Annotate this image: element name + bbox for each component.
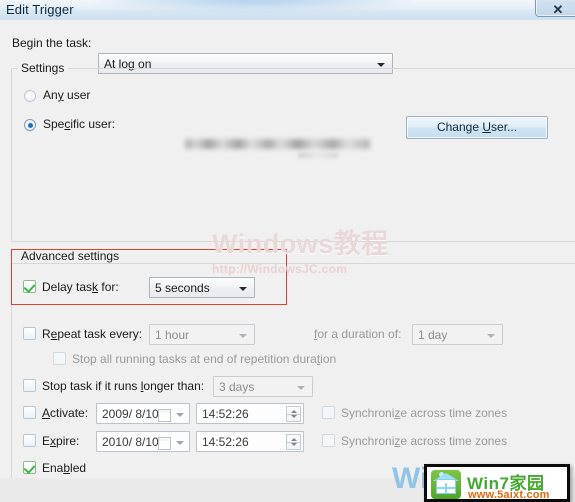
duration-dropdown[interactable]: 1 day	[412, 324, 503, 345]
repeat-task-label: Repeat task every:	[42, 327, 143, 341]
house-icon	[431, 470, 461, 499]
activate-sync-timezones-label: Synchronize across time zones	[341, 406, 508, 420]
chevron-down-icon	[297, 386, 305, 390]
checkbox-activate-sync-timezones[interactable]	[322, 406, 335, 419]
expire-label: Expire:	[42, 434, 80, 448]
checkbox-enabled[interactable]	[23, 461, 36, 474]
radio-specific-user[interactable]	[24, 119, 36, 131]
calendar-icon	[158, 409, 171, 422]
activate-time-spinner[interactable]	[286, 406, 301, 422]
dialog-body: Begin the task: At log on Settings Any u…	[0, 20, 575, 502]
expire-time-spinner[interactable]	[286, 434, 301, 450]
delay-task-label: Delay task for:	[42, 280, 119, 294]
checkbox-stop-all-running-tasks[interactable]	[53, 352, 66, 365]
activate-date-value: 2009/ 8/10	[102, 407, 159, 421]
delay-task-value: 5 seconds	[155, 281, 210, 295]
expire-date-value: 2010/ 8/10	[102, 435, 159, 449]
change-user-button-label: Change User...	[436, 120, 518, 134]
chevron-down-icon	[176, 441, 184, 445]
window-title: Edit Trigger	[6, 2, 74, 17]
checkbox-expire-sync-timezones[interactable]	[322, 434, 335, 447]
activate-time-value: 14:52:26	[202, 407, 249, 421]
duration-value: 1 day	[418, 328, 448, 342]
checkbox-expire[interactable]	[23, 434, 36, 447]
expire-date-field[interactable]: 2010/ 8/10	[96, 431, 190, 452]
calendar-icon	[158, 437, 171, 450]
site-logo-badge: Win7家园 www.5aixt.com	[424, 464, 570, 502]
delay-task-dropdown[interactable]: 5 seconds	[149, 277, 255, 298]
logo-site-url: www.5aixt.com	[468, 489, 550, 501]
repeat-task-dropdown[interactable]: 1 hour	[149, 324, 255, 345]
stop-task-longer-than-label: Stop task if it runs longer than:	[42, 379, 205, 393]
stop-task-longer-than-value: 3 days	[219, 380, 255, 394]
checkbox-activate[interactable]	[23, 406, 36, 419]
title-bar: Edit Trigger ✕	[0, 0, 575, 21]
stop-all-running-tasks-label: Stop all running tasks at end of repetit…	[72, 352, 337, 366]
chevron-down-icon	[377, 63, 385, 67]
advanced-settings-group-title: Advanced settings	[17, 249, 124, 263]
duration-label: for a duration of:	[314, 327, 402, 341]
expire-sync-timezones-label: Synchronize across time zones	[341, 434, 508, 448]
settings-groupbox	[11, 68, 575, 242]
specific-user-value-redacted	[185, 139, 370, 149]
radio-specific-user-label: Specific user:	[43, 117, 116, 131]
specific-user-value-redacted-2	[298, 153, 338, 158]
titlebar-glow	[90, 0, 420, 12]
radio-any-user[interactable]	[24, 90, 36, 102]
checkbox-stop-task-longer-than[interactable]	[23, 379, 36, 392]
chevron-down-icon	[487, 334, 495, 338]
enabled-label: Enabled	[42, 461, 87, 475]
expire-time-value: 14:52:26	[202, 435, 249, 449]
change-user-button[interactable]: Change User...	[406, 116, 548, 139]
expire-time-field[interactable]: 14:52:26	[196, 431, 304, 452]
activate-date-field[interactable]: 2009/ 8/10	[96, 403, 190, 424]
chevron-down-icon	[239, 287, 247, 291]
begin-task-label: Begin the task:	[12, 36, 92, 50]
checkbox-repeat-task[interactable]	[23, 327, 36, 340]
settings-group-title: Settings	[17, 61, 69, 75]
chevron-down-icon	[176, 413, 184, 417]
repeat-task-value: 1 hour	[155, 328, 190, 342]
activate-time-field[interactable]: 14:52:26	[196, 403, 304, 424]
activate-label: Activate:	[42, 406, 89, 420]
close-button[interactable]: ✕	[535, 0, 575, 17]
chevron-down-icon	[239, 334, 247, 338]
stop-task-longer-than-dropdown[interactable]: 3 days	[213, 376, 313, 397]
radio-any-user-label: Any user	[43, 88, 91, 102]
window-mullion-horizontal	[437, 487, 455, 489]
checkbox-delay-task[interactable]	[23, 280, 36, 293]
close-icon: ✕	[552, 2, 564, 17]
